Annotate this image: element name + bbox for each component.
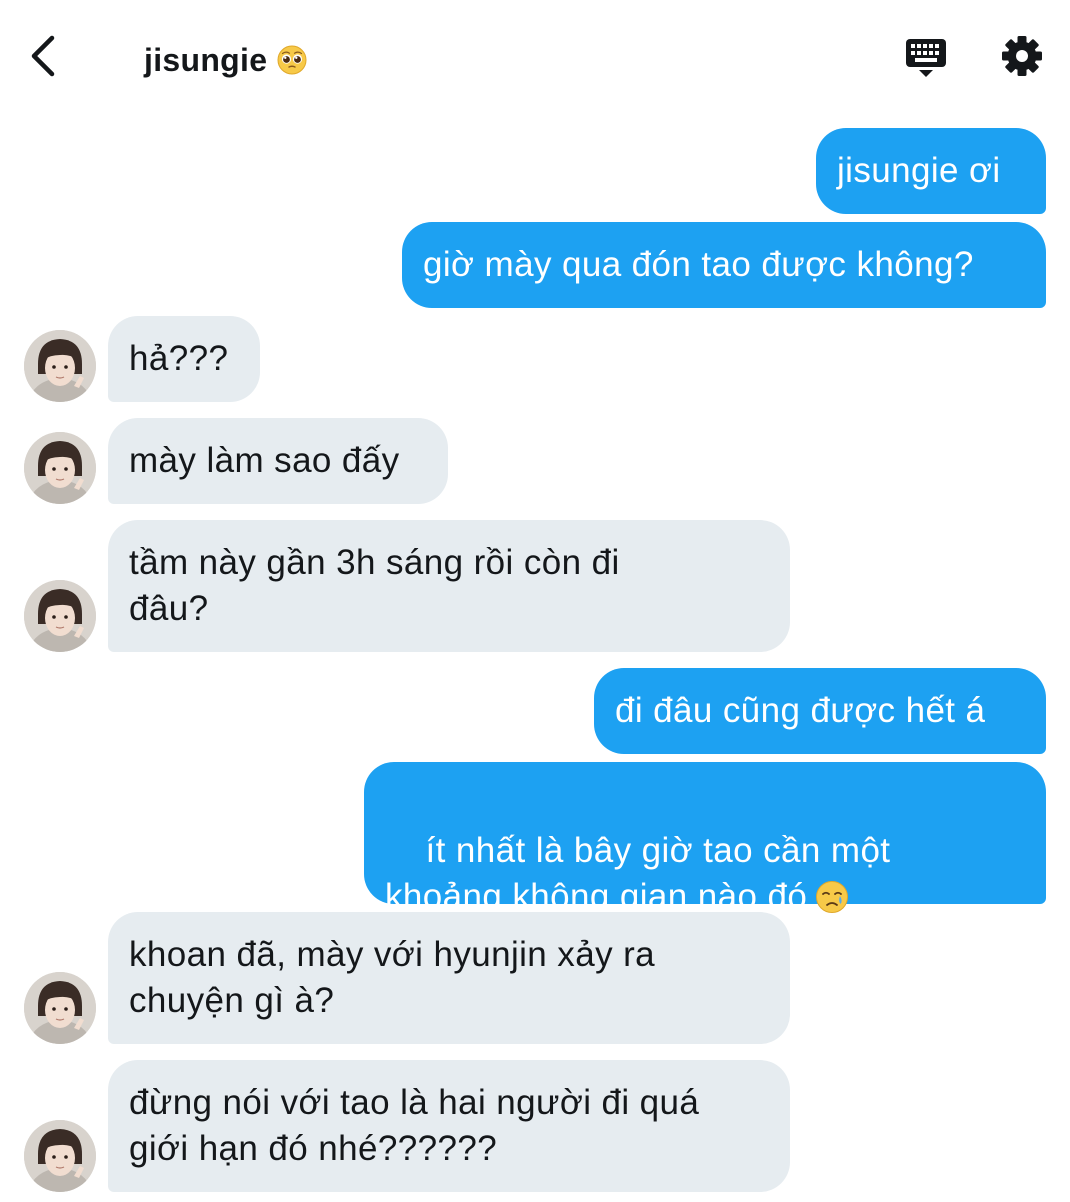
avatar[interactable] bbox=[24, 1120, 96, 1192]
gear-icon bbox=[1002, 36, 1042, 76]
message-bubble-outgoing[interactable]: ít nhất là bây giờ tao cần một khoảng kh… bbox=[364, 762, 1046, 916]
pleading-face-icon bbox=[277, 45, 307, 75]
message-bubble-incoming[interactable]: khoan đã, mày với hyunjin xảy ra chuyện … bbox=[108, 912, 790, 1044]
avatar-image bbox=[24, 580, 96, 652]
avatar-image bbox=[24, 972, 96, 1044]
avatar-image bbox=[24, 1120, 96, 1192]
message-bubble-outgoing[interactable]: giờ mày qua đón tao được không? bbox=[402, 222, 1046, 308]
avatar[interactable] bbox=[24, 972, 96, 1044]
settings-button[interactable] bbox=[1000, 34, 1044, 78]
keyboard-button[interactable] bbox=[904, 36, 948, 80]
chevron-left-icon bbox=[31, 35, 55, 77]
keyboard-icon bbox=[906, 39, 946, 77]
message-bubble-outgoing[interactable]: jisungie ơi bbox=[816, 128, 1046, 214]
avatar[interactable] bbox=[24, 432, 96, 504]
message-bubble-incoming[interactable]: tầm này gần 3h sáng rồi còn đi đâu? bbox=[108, 520, 790, 652]
avatar-image bbox=[24, 432, 96, 504]
crying-face-icon bbox=[816, 881, 849, 913]
chat-header: jisungie bbox=[0, 0, 1070, 112]
message-bubble-incoming[interactable]: đừng nói với tao là hai người đi quá giớ… bbox=[108, 1060, 790, 1192]
conversation-title[interactable]: jisungie bbox=[144, 38, 307, 82]
message-bubble-incoming[interactable]: hả??? bbox=[108, 316, 260, 402]
message-bubble-outgoing[interactable]: đi đâu cũng được hết á bbox=[594, 668, 1046, 754]
avatar-image bbox=[24, 330, 96, 402]
conversation-name: jisungie bbox=[144, 41, 268, 78]
avatar[interactable] bbox=[24, 580, 96, 652]
avatar[interactable] bbox=[24, 330, 96, 402]
back-button[interactable] bbox=[26, 32, 66, 80]
message-bubble-incoming[interactable]: mày làm sao đấy bbox=[108, 418, 448, 504]
